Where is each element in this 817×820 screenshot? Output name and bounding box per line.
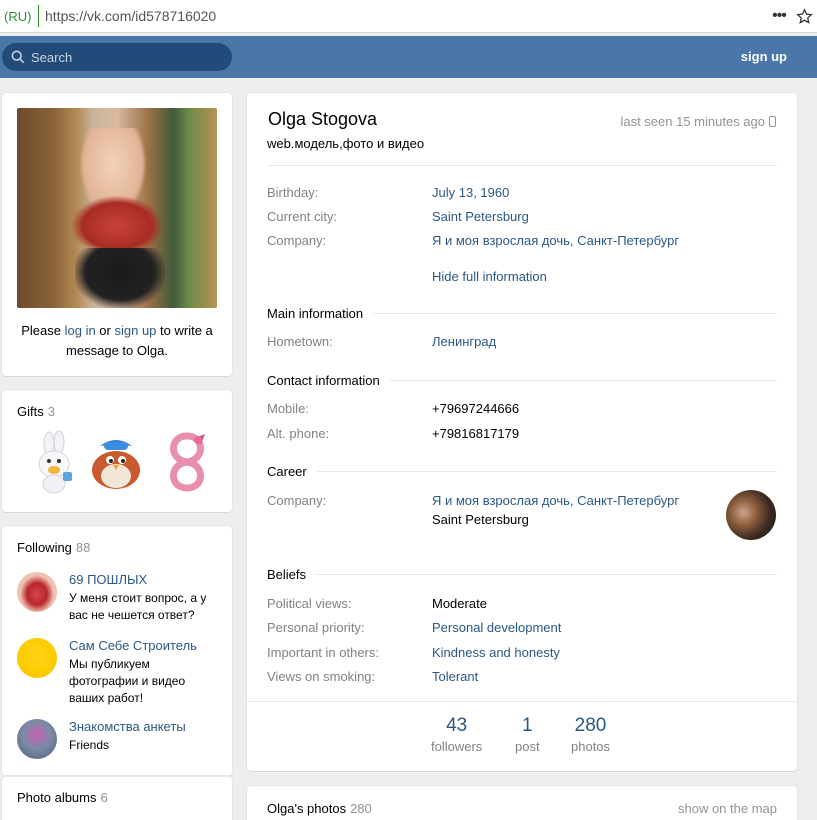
alt-phone-value: +79816817179: [432, 426, 520, 441]
following-name[interactable]: 69 ПОШЛЫХ: [69, 572, 147, 587]
important-link[interactable]: Kindness and honesty: [432, 645, 560, 660]
bird-gift-icon[interactable]: [86, 430, 146, 494]
following-name[interactable]: Сам Себе Строитель: [69, 638, 197, 653]
address-lang-indicator: (RU): [4, 8, 32, 24]
profile-photo-card: Please log in or sign up to write a mess…: [2, 93, 232, 376]
smoking-link[interactable]: Tolerant: [432, 669, 478, 684]
gifts-card: Gifts 3: [2, 390, 232, 512]
following-avatar[interactable]: [17, 638, 57, 678]
browser-address-bar: (RU) https://vk.com/id578716020 •••: [0, 0, 817, 33]
address-separator: [38, 5, 39, 27]
page-title: Olga Stogova: [268, 109, 378, 129]
profile-status: web.модель,фото и видео: [267, 136, 425, 151]
hometown-link[interactable]: Ленинград: [432, 334, 496, 349]
following-desc: Мы публикуем фотографии и видео ваших ра…: [69, 657, 186, 705]
photos-counter[interactable]: 280 photos: [571, 715, 610, 754]
company-link[interactable]: Я и моя взрослая дочь, Санкт-Петербург: [432, 233, 679, 248]
beliefs-section: Beliefs: [267, 566, 777, 582]
more-dots-icon[interactable]: •••: [767, 7, 791, 25]
search-input[interactable]: [31, 49, 211, 65]
following-desc: Friends: [69, 738, 110, 752]
political-value: Moderate: [432, 596, 487, 611]
followers-counter[interactable]: 43 followers: [431, 715, 482, 754]
mobile-value: +79697244666: [432, 401, 520, 416]
career-company-avatar[interactable]: [726, 490, 776, 540]
login-prompt: Please log in or sign up to write a mess…: [21, 323, 213, 358]
ribbon-eight-gift-icon[interactable]: [157, 430, 217, 494]
star-icon[interactable]: [791, 6, 817, 26]
search-box[interactable]: [2, 43, 232, 71]
priority-link[interactable]: Personal development: [432, 620, 561, 635]
profile-photo[interactable]: [17, 108, 217, 308]
following-avatar[interactable]: [17, 572, 57, 612]
divider: [267, 165, 777, 166]
header-sign-up-link[interactable]: sign up: [741, 49, 787, 64]
birthday-link[interactable]: July 13, 1960: [432, 185, 509, 200]
profile-info-card: Olga Stogova web.модель,фото и видео las…: [247, 93, 797, 771]
sign-up-link[interactable]: sign up: [114, 323, 156, 338]
last-seen: last seen 15 minutes ago: [620, 114, 765, 129]
log-in-link[interactable]: log in: [65, 323, 96, 338]
site-header: sign up: [0, 36, 817, 78]
posts-counter[interactable]: 1 post: [515, 715, 540, 754]
city-link[interactable]: Saint Petersburg: [432, 209, 529, 224]
following-desc: У меня стоит вопрос, а у вас не чешется …: [69, 591, 207, 622]
contact-info-section: Contact information: [267, 372, 777, 388]
photo-albums-card: Photo albums 6: [2, 776, 232, 820]
career-company-link[interactable]: Я и моя взрослая дочь, Санкт-Петербург: [432, 493, 679, 508]
gifts-title[interactable]: Gifts 3: [17, 404, 55, 419]
following-name[interactable]: Знакомства анкеты: [69, 719, 186, 734]
address-url[interactable]: https://vk.com/id578716020: [45, 8, 767, 24]
career-city: Saint Petersburg: [432, 512, 529, 527]
search-icon: [11, 50, 25, 64]
bunny-gift-icon[interactable]: [25, 430, 85, 494]
mobile-phone-icon: [769, 116, 776, 127]
following-title[interactable]: Following 88: [17, 540, 90, 555]
show-on-map-link[interactable]: show on the map: [678, 801, 777, 816]
photo-albums-title[interactable]: Photo albums 6: [17, 790, 108, 805]
career-section: Career: [267, 463, 777, 479]
hide-full-info-link[interactable]: Hide full information: [432, 269, 547, 284]
main-info-section: Main information: [267, 305, 777, 321]
photos-title[interactable]: Olga's photos 280: [267, 801, 372, 816]
following-avatar[interactable]: [17, 719, 57, 759]
photos-card: Olga's photos 280 show on the map: [247, 786, 797, 820]
following-card: Following 88 69 ПОШЛЫХ У меня стоит вопро…: [2, 526, 232, 776]
divider: [247, 701, 797, 702]
